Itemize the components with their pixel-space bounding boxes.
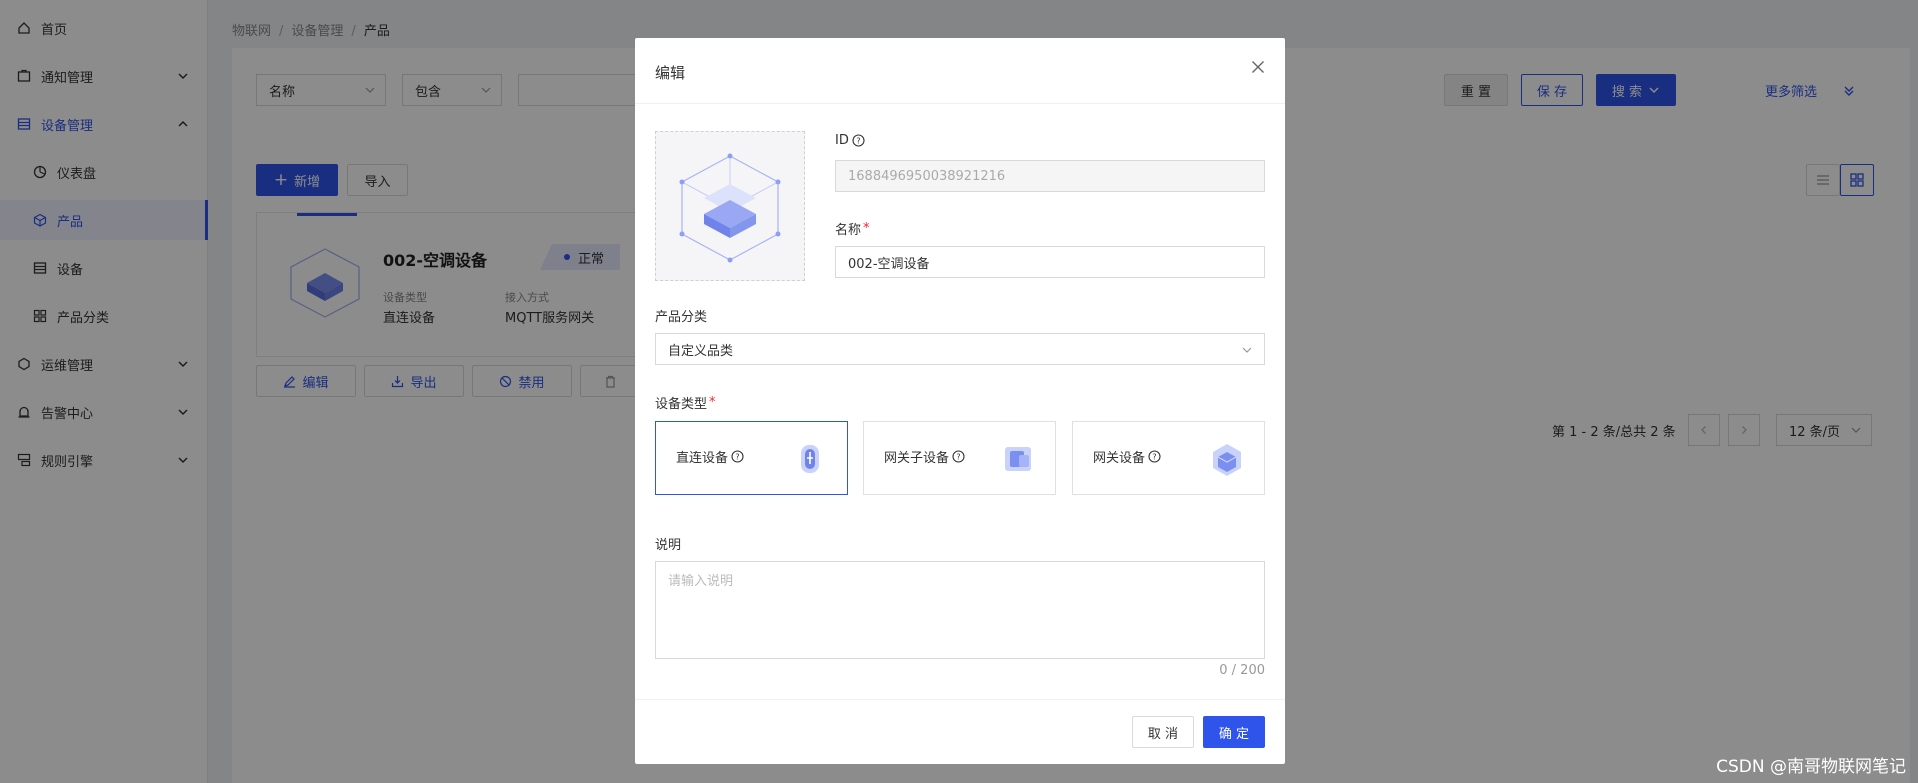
device-type-label-text: 设备类型 — [655, 397, 708, 412]
device-type-option-label: 网关设备 ? — [1093, 447, 1161, 466]
close-icon — [1252, 61, 1264, 73]
svg-text:?: ? — [735, 453, 739, 462]
name-label: 名称 * — [835, 221, 870, 238]
device-type-option-text: 网关设备 — [1093, 451, 1146, 466]
device-type-option-gateway[interactable]: 网关设备 ? — [1072, 421, 1265, 495]
category-value: 自定义品类 — [668, 343, 734, 359]
edit-modal: 编辑 ID ? 1688496950038921216 名称 * 002-空调设备… — [635, 38, 1285, 764]
close-button[interactable] — [1247, 56, 1269, 78]
gateway-child-device-icon — [1005, 447, 1031, 471]
modal-footer: 取 消 确 定 — [635, 699, 1285, 764]
id-label: ID ? — [835, 133, 865, 148]
product-image-upload[interactable] — [655, 131, 805, 281]
svg-text:?: ? — [956, 453, 960, 462]
device-type-option-text: 直连设备 — [676, 451, 729, 466]
character-counter: 0 / 200 — [1219, 663, 1265, 678]
cancel-button[interactable]: 取 消 — [1132, 716, 1194, 748]
description-textarea[interactable]: 请输入说明 — [655, 561, 1265, 659]
question-circle-icon[interactable]: ? — [1148, 450, 1161, 463]
question-circle-icon[interactable]: ? — [852, 134, 865, 147]
confirm-button[interactable]: 确 定 — [1203, 716, 1265, 748]
product-image-icon — [679, 153, 781, 263]
modal-title: 编辑 — [655, 64, 686, 82]
device-type-label: 设备类型 * — [655, 395, 716, 412]
description-label: 说明 — [655, 538, 682, 553]
device-type-option-text: 网关子设备 — [884, 451, 950, 466]
device-type-option-label: 网关子设备 ? — [884, 447, 965, 466]
direct-device-icon — [801, 445, 819, 473]
device-type-option-label: 直连设备 ? — [676, 447, 744, 466]
device-type-option-direct[interactable]: 直连设备 ? — [655, 421, 848, 495]
gateway-device-icon — [1213, 444, 1241, 476]
id-field: 1688496950038921216 — [835, 160, 1265, 192]
name-field[interactable]: 002-空调设备 — [835, 246, 1265, 278]
svg-text:?: ? — [856, 137, 860, 146]
watermark: CSDN @南哥物联网笔记 — [1716, 757, 1906, 777]
category-label: 产品分类 — [655, 310, 708, 325]
svg-text:?: ? — [1152, 453, 1156, 462]
name-label-text: 名称 — [835, 223, 862, 238]
category-select[interactable]: 自定义品类 — [655, 333, 1265, 365]
question-circle-icon[interactable]: ? — [731, 450, 744, 463]
modal-header: 编辑 — [635, 38, 1285, 104]
chevron-down-icon — [1242, 347, 1252, 353]
id-label-text: ID — [835, 133, 849, 148]
question-circle-icon[interactable]: ? — [952, 450, 965, 463]
device-type-option-gateway-child[interactable]: 网关子设备 ? — [863, 421, 1056, 495]
